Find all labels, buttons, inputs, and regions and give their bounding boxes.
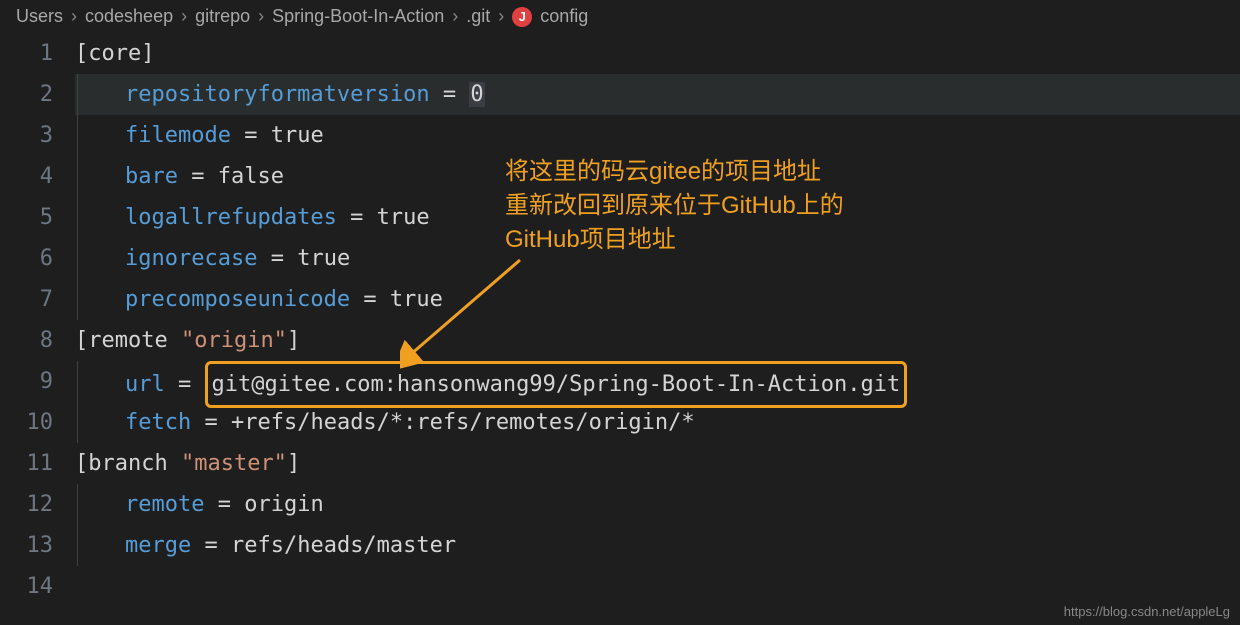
config-value: git@gitee.com:hansonwang99/Spring-Boot-I… bbox=[212, 372, 901, 397]
line-number: 10 bbox=[0, 402, 53, 443]
file-type-icon: J bbox=[512, 7, 532, 27]
code-line[interactable]: [branch "master"] bbox=[75, 443, 1240, 484]
config-value: refs/heads/master bbox=[231, 533, 456, 558]
code-line[interactable]: url = git@gitee.com:hansonwang99/Spring-… bbox=[75, 361, 1240, 402]
bracket: ] bbox=[141, 41, 154, 66]
config-value: true bbox=[271, 123, 324, 148]
code-line[interactable]: ignorecase = true bbox=[75, 238, 1240, 279]
equals: = bbox=[350, 287, 390, 312]
equals: = bbox=[165, 372, 205, 397]
code-editor[interactable]: 1 2 3 4 5 6 7 8 9 10 11 12 13 14 [core] … bbox=[0, 33, 1240, 607]
equals: = bbox=[430, 82, 470, 107]
code-line[interactable]: merge = refs/heads/master bbox=[75, 525, 1240, 566]
code-line-active[interactable]: repositoryformatversion = 0 bbox=[75, 74, 1240, 115]
highlighted-url-box: git@gitee.com:hansonwang99/Spring-Boot-I… bbox=[205, 361, 908, 408]
line-number: 7 bbox=[0, 279, 53, 320]
chevron-right-icon: › bbox=[181, 6, 187, 27]
equals: = bbox=[178, 164, 218, 189]
line-number: 13 bbox=[0, 525, 53, 566]
bracket: [ bbox=[75, 328, 88, 353]
code-line[interactable]: [remote "origin"] bbox=[75, 320, 1240, 361]
config-value: origin bbox=[244, 492, 323, 517]
line-number: 9 bbox=[0, 361, 53, 402]
equals: = bbox=[191, 533, 231, 558]
chevron-right-icon: › bbox=[71, 6, 77, 27]
breadcrumb-item[interactable]: Users bbox=[16, 6, 63, 27]
breadcrumb-item[interactable]: codesheep bbox=[85, 6, 173, 27]
equals: = bbox=[231, 123, 271, 148]
bracket: ] bbox=[287, 451, 300, 476]
chevron-right-icon: › bbox=[452, 6, 458, 27]
line-number: 1 bbox=[0, 33, 53, 74]
breadcrumb-item[interactable]: config bbox=[540, 6, 588, 27]
config-key: fetch bbox=[125, 410, 191, 435]
bracket: ] bbox=[287, 328, 300, 353]
code-line[interactable] bbox=[75, 566, 1240, 607]
line-number: 4 bbox=[0, 156, 53, 197]
section-name: core bbox=[88, 41, 141, 66]
config-key: ignorecase bbox=[125, 246, 257, 271]
bracket: [ bbox=[75, 41, 88, 66]
config-value: true bbox=[377, 205, 430, 230]
config-value: true bbox=[297, 246, 350, 271]
line-number: 8 bbox=[0, 320, 53, 361]
code-line[interactable]: [core] bbox=[75, 33, 1240, 74]
bracket: [ bbox=[75, 451, 88, 476]
code-line[interactable]: filemode = true bbox=[75, 115, 1240, 156]
config-key: url bbox=[125, 372, 165, 397]
equals: = bbox=[191, 410, 231, 435]
line-number-gutter: 1 2 3 4 5 6 7 8 9 10 11 12 13 14 bbox=[0, 33, 75, 607]
chevron-right-icon: › bbox=[258, 6, 264, 27]
breadcrumb-item[interactable]: .git bbox=[466, 6, 490, 27]
code-line[interactable]: remote = origin bbox=[75, 484, 1240, 525]
breadcrumb-item[interactable]: Spring-Boot-In-Action bbox=[272, 6, 444, 27]
code-content[interactable]: [core] repositoryformatversion = 0 filem… bbox=[75, 33, 1240, 607]
line-number: 3 bbox=[0, 115, 53, 156]
config-value: true bbox=[390, 287, 443, 312]
line-number: 2 bbox=[0, 74, 53, 115]
breadcrumb-item[interactable]: gitrepo bbox=[195, 6, 250, 27]
watermark: https://blog.csdn.net/appleLg bbox=[1064, 604, 1230, 619]
section-quote: "origin" bbox=[181, 328, 287, 353]
config-key: remote bbox=[125, 492, 204, 517]
section-name: remote bbox=[88, 328, 181, 353]
code-line[interactable]: logallrefupdates = true bbox=[75, 197, 1240, 238]
config-value: 0 bbox=[469, 82, 484, 107]
config-key: logallrefupdates bbox=[125, 205, 337, 230]
section-quote: "master" bbox=[181, 451, 287, 476]
code-line[interactable]: bare = false bbox=[75, 156, 1240, 197]
line-number: 5 bbox=[0, 197, 53, 238]
config-value: false bbox=[218, 164, 284, 189]
section-name: branch bbox=[88, 451, 181, 476]
config-key: bare bbox=[125, 164, 178, 189]
code-line[interactable]: fetch = +refs/heads/*:refs/remotes/origi… bbox=[75, 402, 1240, 443]
config-key: precomposeunicode bbox=[125, 287, 350, 312]
config-key: repositoryformatversion bbox=[125, 82, 430, 107]
config-value: +refs/heads/*:refs/remotes/origin/* bbox=[231, 410, 695, 435]
config-key: filemode bbox=[125, 123, 231, 148]
code-line[interactable]: precomposeunicode = true bbox=[75, 279, 1240, 320]
line-number: 14 bbox=[0, 566, 53, 607]
chevron-right-icon: › bbox=[498, 6, 504, 27]
breadcrumb: Users › codesheep › gitrepo › Spring-Boo… bbox=[0, 0, 1240, 33]
equals: = bbox=[257, 246, 297, 271]
line-number: 6 bbox=[0, 238, 53, 279]
line-number: 11 bbox=[0, 443, 53, 484]
config-key: merge bbox=[125, 533, 191, 558]
line-number: 12 bbox=[0, 484, 53, 525]
equals: = bbox=[337, 205, 377, 230]
equals: = bbox=[204, 492, 244, 517]
